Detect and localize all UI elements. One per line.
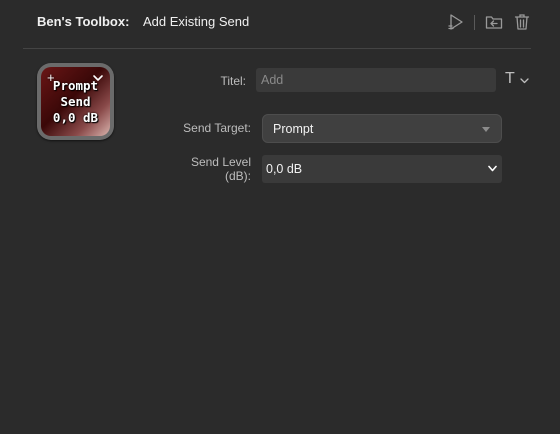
send-level-label-line-1: Send Level [190, 155, 251, 169]
title-label: Titel: [220, 74, 246, 88]
tile-line-3: 0,0 dB [52, 110, 99, 125]
send-level-value: 0,0 dB [266, 162, 303, 176]
action-icon-tile[interactable]: Prompt Send 0,0 dB + [37, 63, 114, 140]
tile-caption: Prompt Send 0,0 dB [41, 78, 110, 126]
header-bar: Ben's Toolbox: Add Existing Send [0, 0, 560, 44]
app-name: Ben's Toolbox: [37, 14, 130, 29]
text-style-icon: T [505, 70, 515, 87]
chevron-down-icon[interactable] [91, 71, 105, 85]
send-level-label: Send Level (dB): [170, 155, 251, 183]
text-style-button[interactable]: T [505, 70, 531, 89]
trash-icon[interactable] [512, 12, 532, 32]
header-separator [474, 15, 475, 30]
send-target-label: Send Target: [183, 121, 251, 135]
send-level-label-line-2: (dB): [224, 169, 251, 183]
run-action-icon[interactable] [446, 12, 466, 32]
tile-image: Prompt Send 0,0 dB + [41, 67, 110, 136]
action-title: Add Existing Send [143, 14, 250, 29]
chevron-down-icon [482, 127, 490, 132]
chevron-down-icon [488, 165, 497, 172]
tile-line-2: Send [60, 94, 91, 109]
title-input[interactable] [256, 68, 496, 92]
import-folder-icon[interactable] [484, 12, 504, 32]
send-target-popup[interactable]: Prompt [262, 114, 502, 143]
send-level-select[interactable]: 0,0 dB [262, 155, 502, 183]
send-target-value: Prompt [273, 122, 314, 136]
tile-add-icon[interactable]: + [47, 71, 55, 85]
chevron-down-icon [520, 78, 529, 84]
header-divider [23, 48, 531, 49]
